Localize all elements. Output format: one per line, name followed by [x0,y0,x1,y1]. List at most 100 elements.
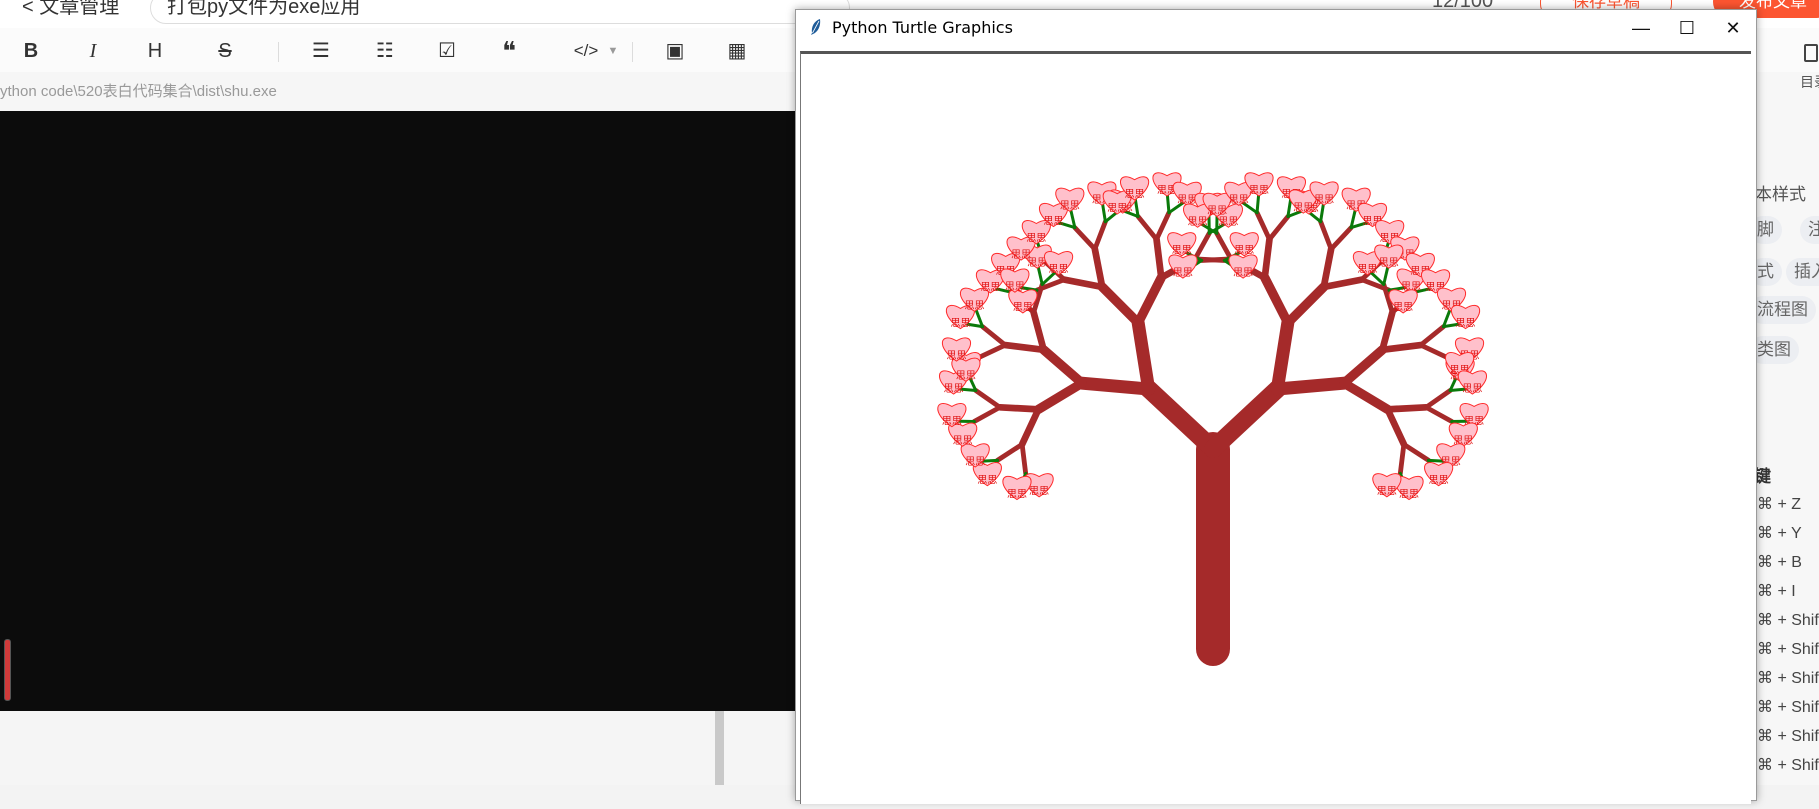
branch [1000,407,1039,409]
branch [1344,350,1382,383]
branch [1138,278,1161,323]
turtle-graphics-window: Python Turtle Graphics — ☐ ✕ 思思思思思思思思思思思… [795,9,1757,801]
pill-insert[interactable]: 插入 [1786,258,1819,286]
branch [1265,239,1270,277]
heart-icon: 思思 [1203,193,1231,217]
file-path-text: ython code\520表白代码集合\dist\shu.exe [0,72,800,112]
svg-text:思思: 思思 [1207,205,1227,217]
style-label: 本样式 [1755,180,1806,205]
svg-text:思思: 思思 [950,317,970,329]
minimize-button[interactable]: — [1618,10,1664,46]
bold-icon[interactable]: B [18,38,44,64]
heart-icon: 思思 [938,403,966,427]
back-to-articles-link[interactable]: < 文章管理 [22,0,119,19]
svg-text:思思: 思思 [944,383,964,395]
shortcut-item: ⌘ + Shift [1757,610,1819,630]
branch [1213,389,1277,449]
heart-icon: 思思 [1120,177,1148,201]
strikethrough-icon[interactable]: S [212,38,238,64]
branch [1421,327,1444,345]
feather-icon [808,18,824,36]
maximize-button[interactable]: ☐ [1664,10,1710,46]
pill-flowchart[interactable]: 流程图 [1749,296,1816,324]
svg-text:思思: 思思 [1125,189,1145,201]
branch [1038,383,1082,409]
branch [1388,407,1427,409]
branch [1005,345,1043,350]
branch [1382,312,1392,349]
task-list-icon[interactable]: ☑ [434,38,460,64]
chevron-down-icon[interactable]: ▼ [600,38,626,64]
toc-label[interactable]: 目录 [1800,72,1819,92]
branch [979,345,1006,357]
console-window[interactable] [0,111,800,711]
heart-icon: 思思 [1373,474,1401,498]
svg-text:思思: 思思 [965,456,985,468]
heading-icon[interactable]: H [142,38,168,64]
branch [1157,213,1169,240]
svg-text:思思: 思思 [1188,216,1208,228]
branch [974,407,1000,421]
svg-text:思思: 思思 [1060,200,1080,212]
branch [1095,249,1102,287]
tree-branches [974,213,1452,649]
shortcut-item: ⌘ + B [1757,552,1802,572]
svg-text:思思: 思思 [1107,203,1127,215]
svg-text:思思: 思思 [1007,488,1027,500]
svg-text:思思: 思思 [1029,486,1049,498]
split-handle[interactable] [715,711,724,785]
video-icon[interactable]: ▦ [724,38,750,64]
svg-text:思思: 思思 [942,415,962,427]
svg-text:思思: 思思 [1233,267,1253,279]
shortcut-item: ⌘ + Shift [1757,726,1819,746]
branch [976,390,1000,407]
branch [1382,345,1420,350]
svg-text:思思: 思思 [965,300,985,312]
shortcut-item: ⌘ + Shift [1757,697,1819,717]
heart-icon: 思思 [1003,476,1031,500]
branch [1102,287,1138,323]
svg-text:思思: 思思 [980,282,1000,294]
branch [1257,213,1269,240]
toc-icon[interactable] [1804,44,1818,62]
branch [1421,345,1448,357]
branch [1265,278,1288,323]
heart-icon: 思思 [1310,182,1338,206]
svg-text:思思: 思思 [1357,263,1377,275]
shortcut-item: ⌘ + Shift [1757,668,1819,688]
window-titlebar[interactable]: Python Turtle Graphics — ☐ ✕ [796,10,1756,46]
window-title: Python Turtle Graphics [832,18,1013,37]
numbered-list-icon[interactable]: ☷ [372,38,398,64]
heart-icon: 思思 [942,338,970,362]
shortcut-item: ⌘ + Y [1757,523,1802,543]
svg-text:思思: 思思 [953,435,973,447]
branch [1269,216,1287,239]
article-title-input[interactable]: 打包py文件为exe应用 [150,0,850,24]
heart-icon: 思思 [1169,255,1197,279]
branch [1277,383,1344,389]
close-button[interactable]: ✕ [1710,10,1756,46]
shortcut-item: ⌘ + Z [1757,494,1801,514]
heart-icon: 思思 [1458,371,1486,395]
italic-icon[interactable]: I [80,38,106,64]
heart-icon: 思思 [1056,188,1084,212]
bullet-list-icon[interactable]: ☰ [308,38,334,64]
quote-icon[interactable]: ❝ [496,38,522,64]
heart-icon: 思思 [1451,305,1479,329]
branch [1288,287,1324,323]
branch [1388,409,1404,444]
branch [1324,249,1331,287]
console-scrollbar[interactable] [4,639,11,701]
branch [1022,409,1038,444]
svg-text:思思: 思思 [1044,215,1064,227]
branch [1138,216,1156,239]
heart-icon: 思思 [1001,269,1029,293]
heart-icon: 思思 [1389,290,1417,314]
svg-text:思思: 思思 [1249,185,1269,197]
image-icon[interactable]: ▣ [662,38,688,64]
branch [982,327,1005,345]
svg-text:思思: 思思 [1314,194,1334,206]
branch [1149,389,1213,449]
branch [1400,444,1404,473]
editor-preview-area [0,711,800,785]
